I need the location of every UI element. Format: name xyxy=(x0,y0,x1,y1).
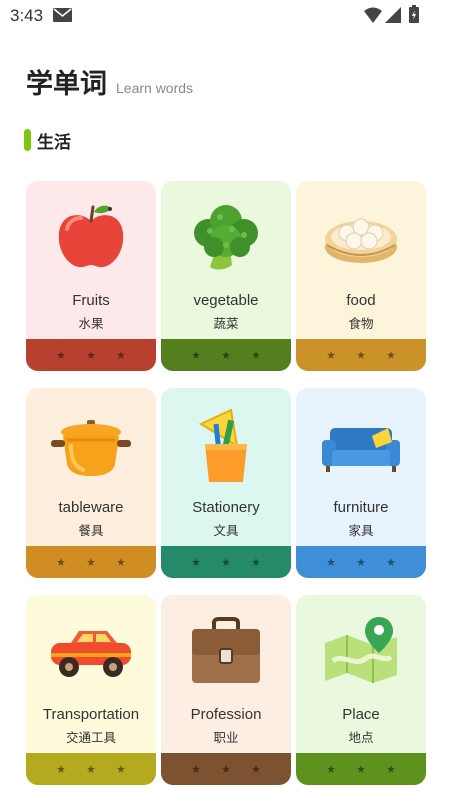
dumplings-icon xyxy=(296,199,426,287)
card-title-en: furniture xyxy=(333,499,389,516)
star-icon xyxy=(117,765,125,773)
card-title-en: Stationery xyxy=(192,499,260,516)
star-icon xyxy=(327,765,335,773)
signal-icon xyxy=(385,7,401,23)
briefcase-icon xyxy=(161,613,291,701)
star-icon xyxy=(57,765,65,773)
star-icon xyxy=(327,351,335,359)
status-bar: 3:43 xyxy=(0,0,455,32)
star-icon xyxy=(87,351,95,359)
star-icon xyxy=(87,558,95,566)
section-title: 生活 xyxy=(37,132,71,153)
mail-icon xyxy=(53,8,72,22)
wifi-icon xyxy=(364,7,382,23)
page-header: 学单词 Learn words xyxy=(26,62,193,101)
star-icon xyxy=(252,765,260,773)
star-icon xyxy=(57,558,65,566)
pencil-cup-icon xyxy=(161,406,291,494)
category-card-profession[interactable]: Profession 职业 xyxy=(161,595,291,785)
card-title-en: Profession xyxy=(190,706,262,723)
card-rating xyxy=(26,546,156,578)
star-icon xyxy=(387,765,395,773)
star-icon xyxy=(357,558,365,566)
star-icon xyxy=(87,765,95,773)
broccoli-icon xyxy=(161,199,291,287)
card-title-en: vegetable xyxy=(193,292,259,309)
star-icon xyxy=(252,558,260,566)
card-rating xyxy=(161,546,291,578)
star-icon xyxy=(222,351,230,359)
card-rating xyxy=(26,339,156,371)
page-subtitle: Learn words xyxy=(116,80,194,96)
card-title-zh: 职业 xyxy=(213,730,239,745)
star-icon xyxy=(57,351,65,359)
card-title-zh: 家具 xyxy=(348,523,374,538)
card-title-en: Fruits xyxy=(72,292,110,309)
star-icon xyxy=(387,351,395,359)
sofa-icon xyxy=(296,406,426,494)
category-card-tableware[interactable]: tableware 餐具 xyxy=(26,388,156,578)
card-title-zh: 蔬菜 xyxy=(213,316,239,331)
star-icon xyxy=(252,351,260,359)
category-card-vegetable[interactable]: vegetable 蔬菜 xyxy=(161,181,291,371)
card-rating xyxy=(296,339,426,371)
star-icon xyxy=(222,558,230,566)
card-title-en: food xyxy=(346,292,376,309)
card-rating xyxy=(161,339,291,371)
star-icon xyxy=(192,558,200,566)
status-time: 3:43 xyxy=(10,6,44,25)
card-rating xyxy=(296,753,426,785)
card-title-zh: 食物 xyxy=(348,316,374,331)
category-card-transportation[interactable]: Transportation 交通工具 xyxy=(26,595,156,785)
category-card-furniture[interactable]: furniture 家具 xyxy=(296,388,426,578)
section-header: 生活 xyxy=(24,129,71,153)
card-title-zh: 文具 xyxy=(213,523,239,538)
star-icon xyxy=(327,558,335,566)
star-icon xyxy=(192,351,200,359)
card-rating xyxy=(161,753,291,785)
star-icon xyxy=(357,351,365,359)
category-card-food[interactable]: food 食物 xyxy=(296,181,426,371)
star-icon xyxy=(387,558,395,566)
card-title-en: Place xyxy=(342,706,380,723)
star-icon xyxy=(357,765,365,773)
battery-icon xyxy=(409,5,419,23)
car-icon xyxy=(26,613,156,701)
apple-icon xyxy=(26,199,156,287)
pot-icon xyxy=(26,406,156,494)
page-title: 学单词 xyxy=(26,69,107,100)
card-title-en: tableware xyxy=(58,499,124,516)
star-icon xyxy=(117,351,125,359)
card-title-zh: 餐具 xyxy=(78,523,104,538)
star-icon xyxy=(117,558,125,566)
map-pin-icon xyxy=(296,613,426,701)
star-icon xyxy=(192,765,200,773)
star-icon xyxy=(222,765,230,773)
category-card-place[interactable]: Place 地点 xyxy=(296,595,426,785)
card-title-zh: 水果 xyxy=(78,316,104,331)
card-title-zh: 地点 xyxy=(348,730,374,745)
card-title-en: Transportation xyxy=(42,706,140,723)
category-card-stationery[interactable]: Stationery 文具 xyxy=(161,388,291,578)
card-rating xyxy=(26,753,156,785)
section-marker xyxy=(24,129,31,151)
category-card-fruits[interactable]: Fruits 水果 xyxy=(26,181,156,371)
card-rating xyxy=(296,546,426,578)
card-title-zh: 交通工具 xyxy=(65,730,116,745)
